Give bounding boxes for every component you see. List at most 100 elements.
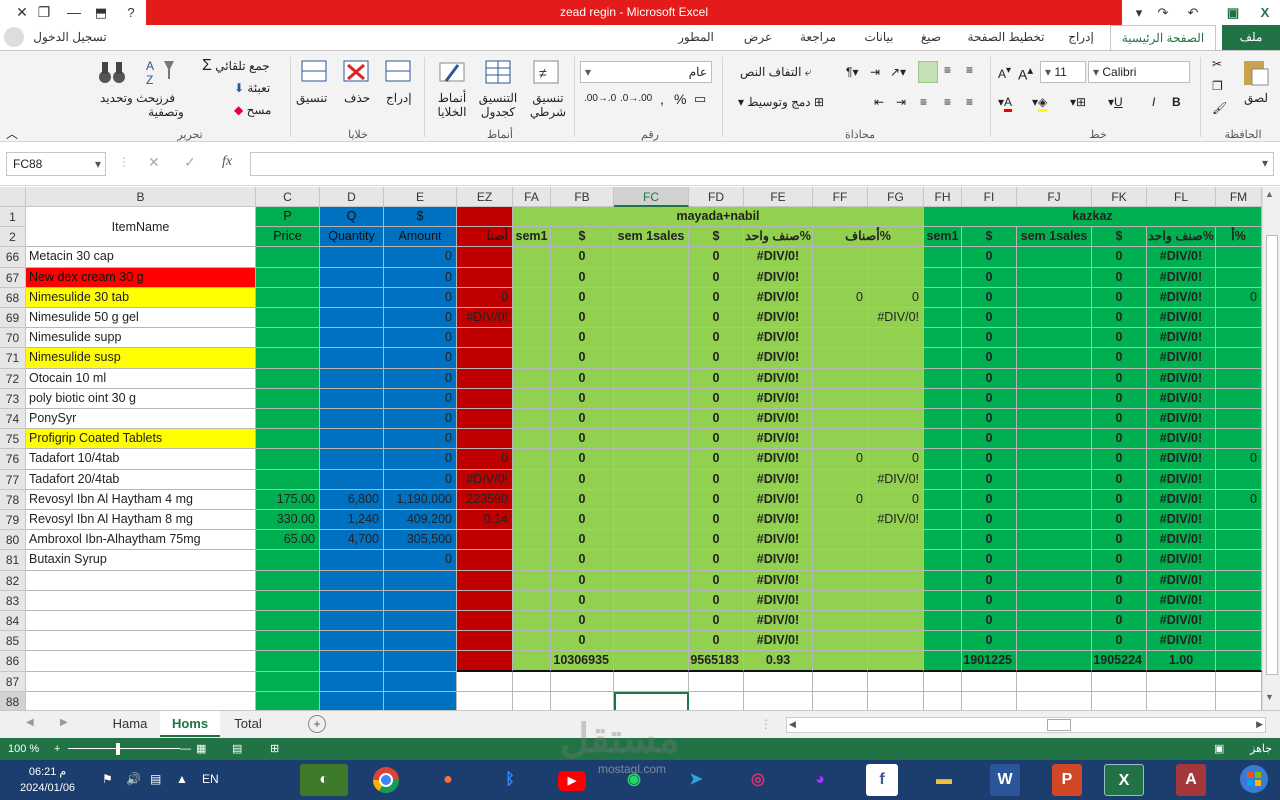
data-cell[interactable]: 0 [689, 530, 744, 551]
data-cell[interactable] [868, 328, 924, 349]
decrease-decimal-button[interactable]: .00→.0 [584, 93, 616, 104]
align-middle-icon[interactable]: ≡ [944, 63, 951, 77]
data-cell[interactable]: 0 [868, 287, 924, 308]
data-cell[interactable] [868, 429, 924, 450]
prev-sheet-icon[interactable]: ◀ [26, 717, 34, 728]
data-cell[interactable] [384, 651, 457, 672]
data-cell[interactable] [1216, 611, 1262, 632]
data-cell[interactable] [256, 388, 320, 409]
data-cell[interactable] [256, 287, 320, 308]
formula-input[interactable] [250, 152, 1274, 176]
data-cell[interactable] [924, 308, 962, 329]
data-cell[interactable]: #DIV/0! [744, 429, 813, 450]
data-cell[interactable]: 0 [689, 570, 744, 591]
data-cell[interactable]: 0 [1092, 590, 1147, 611]
format-painter-icon[interactable]: 🖌 [1212, 101, 1227, 115]
column-header[interactable]: B [26, 187, 256, 207]
conditional-format-button[interactable]: تنسيق شرطي [526, 91, 570, 119]
data-cell[interactable] [813, 550, 868, 571]
row-header[interactable]: 81 [0, 550, 26, 571]
data-cell[interactable] [614, 651, 689, 672]
data-cell[interactable]: #DIV/0! [744, 388, 813, 409]
data-cell[interactable]: 0 [1092, 449, 1147, 470]
data-cell[interactable] [813, 691, 868, 710]
data-cell[interactable]: 0 [689, 328, 744, 349]
column-header[interactable]: FA [513, 187, 551, 207]
data-cell[interactable]: 0 [962, 590, 1017, 611]
zoom-out-icon[interactable]: — [180, 738, 191, 760]
data-cell[interactable] [868, 348, 924, 369]
volume-icon[interactable]: 🔊 [126, 772, 141, 786]
data-cell[interactable] [1017, 368, 1092, 389]
row-header[interactable]: 78 [0, 489, 26, 510]
data-cell[interactable]: 0 [384, 348, 457, 369]
data-cell[interactable] [924, 388, 962, 409]
data-cell[interactable]: 0 [962, 429, 1017, 450]
tab-view[interactable]: عرض [734, 25, 782, 50]
data-cell[interactable]: 0 [1092, 550, 1147, 571]
data-cell[interactable] [868, 590, 924, 611]
data-cell[interactable]: 0 [384, 550, 457, 571]
data-cell[interactable]: 0 [1216, 287, 1262, 308]
data-cell[interactable] [924, 550, 962, 571]
data-cell[interactable]: 0 [551, 449, 614, 470]
undo-icon[interactable]: ↶ [1178, 0, 1208, 25]
data-cell[interactable] [868, 267, 924, 288]
data-cell[interactable] [256, 631, 320, 652]
data-cell[interactable] [457, 409, 513, 430]
data-cell[interactable] [457, 247, 513, 268]
data-cell[interactable]: 0 [689, 368, 744, 389]
item-name-cell[interactable]: Tadafort 10/4tab [26, 449, 256, 470]
column-header[interactable]: FM [1216, 187, 1262, 207]
tab-review[interactable]: مراجعة [790, 25, 846, 50]
data-cell[interactable]: 0 [962, 368, 1017, 389]
align-top-icon[interactable]: ≡ [966, 63, 973, 77]
data-cell[interactable]: 0 [384, 449, 457, 470]
group-header-kazkaz[interactable]: kazkaz [924, 207, 1262, 228]
data-cell[interactable] [1017, 429, 1092, 450]
data-cell[interactable]: #DIV/0! [1147, 469, 1216, 490]
data-cell[interactable]: #DIV/0! [1147, 328, 1216, 349]
redo-icon[interactable]: ↷ [1148, 0, 1178, 25]
data-cell[interactable]: 0 [962, 348, 1017, 369]
fill-button[interactable]: ⬇ تعبئة [234, 81, 270, 95]
data-cell[interactable]: 1905224 [1092, 651, 1147, 672]
data-cell[interactable] [256, 267, 320, 288]
data-cell[interactable] [256, 611, 320, 632]
align-right-icon[interactable]: ≡ [966, 95, 973, 109]
data-cell[interactable] [1017, 348, 1092, 369]
header-cell[interactable] [457, 207, 513, 228]
column-header[interactable]: FI [962, 187, 1017, 207]
data-cell[interactable]: 0 [1092, 611, 1147, 632]
data-cell[interactable]: 0 [689, 267, 744, 288]
data-cell[interactable] [813, 570, 868, 591]
bold-button[interactable]: B [1172, 95, 1181, 109]
data-cell[interactable]: #DIV/0! [744, 368, 813, 389]
data-cell[interactable]: 0 [689, 388, 744, 409]
data-cell[interactable] [1216, 388, 1262, 409]
data-cell[interactable] [320, 449, 384, 470]
data-cell[interactable] [1017, 611, 1092, 632]
data-cell[interactable]: 0 [868, 489, 924, 510]
data-cell[interactable]: 0 [1092, 287, 1147, 308]
data-cell[interactable] [513, 590, 551, 611]
data-cell[interactable]: 0 [1092, 348, 1147, 369]
header-cell[interactable]: $ [1092, 227, 1147, 248]
enter-icon[interactable]: ✓ [184, 154, 196, 171]
data-cell[interactable] [744, 671, 813, 692]
data-cell[interactable] [868, 530, 924, 551]
data-cell[interactable]: 0 [1092, 247, 1147, 268]
data-cell[interactable] [320, 469, 384, 490]
data-cell[interactable]: 0 [384, 287, 457, 308]
action-center-icon[interactable]: ⚑ [102, 772, 113, 786]
data-cell[interactable]: #DIV/0! [1147, 287, 1216, 308]
firefox-icon[interactable]: ● [424, 764, 472, 796]
percent-style-icon[interactable]: % [674, 91, 686, 107]
format-as-table-button[interactable]: التنسيق كجدول [472, 91, 524, 119]
normal-view-icon[interactable]: ⊞ [270, 738, 279, 760]
row-header[interactable]: 79 [0, 510, 26, 531]
data-cell[interactable]: 0 [962, 409, 1017, 430]
excel-icon[interactable]: X [1104, 764, 1144, 796]
data-cell[interactable] [1216, 570, 1262, 591]
add-sheet-icon[interactable]: + [308, 715, 326, 733]
